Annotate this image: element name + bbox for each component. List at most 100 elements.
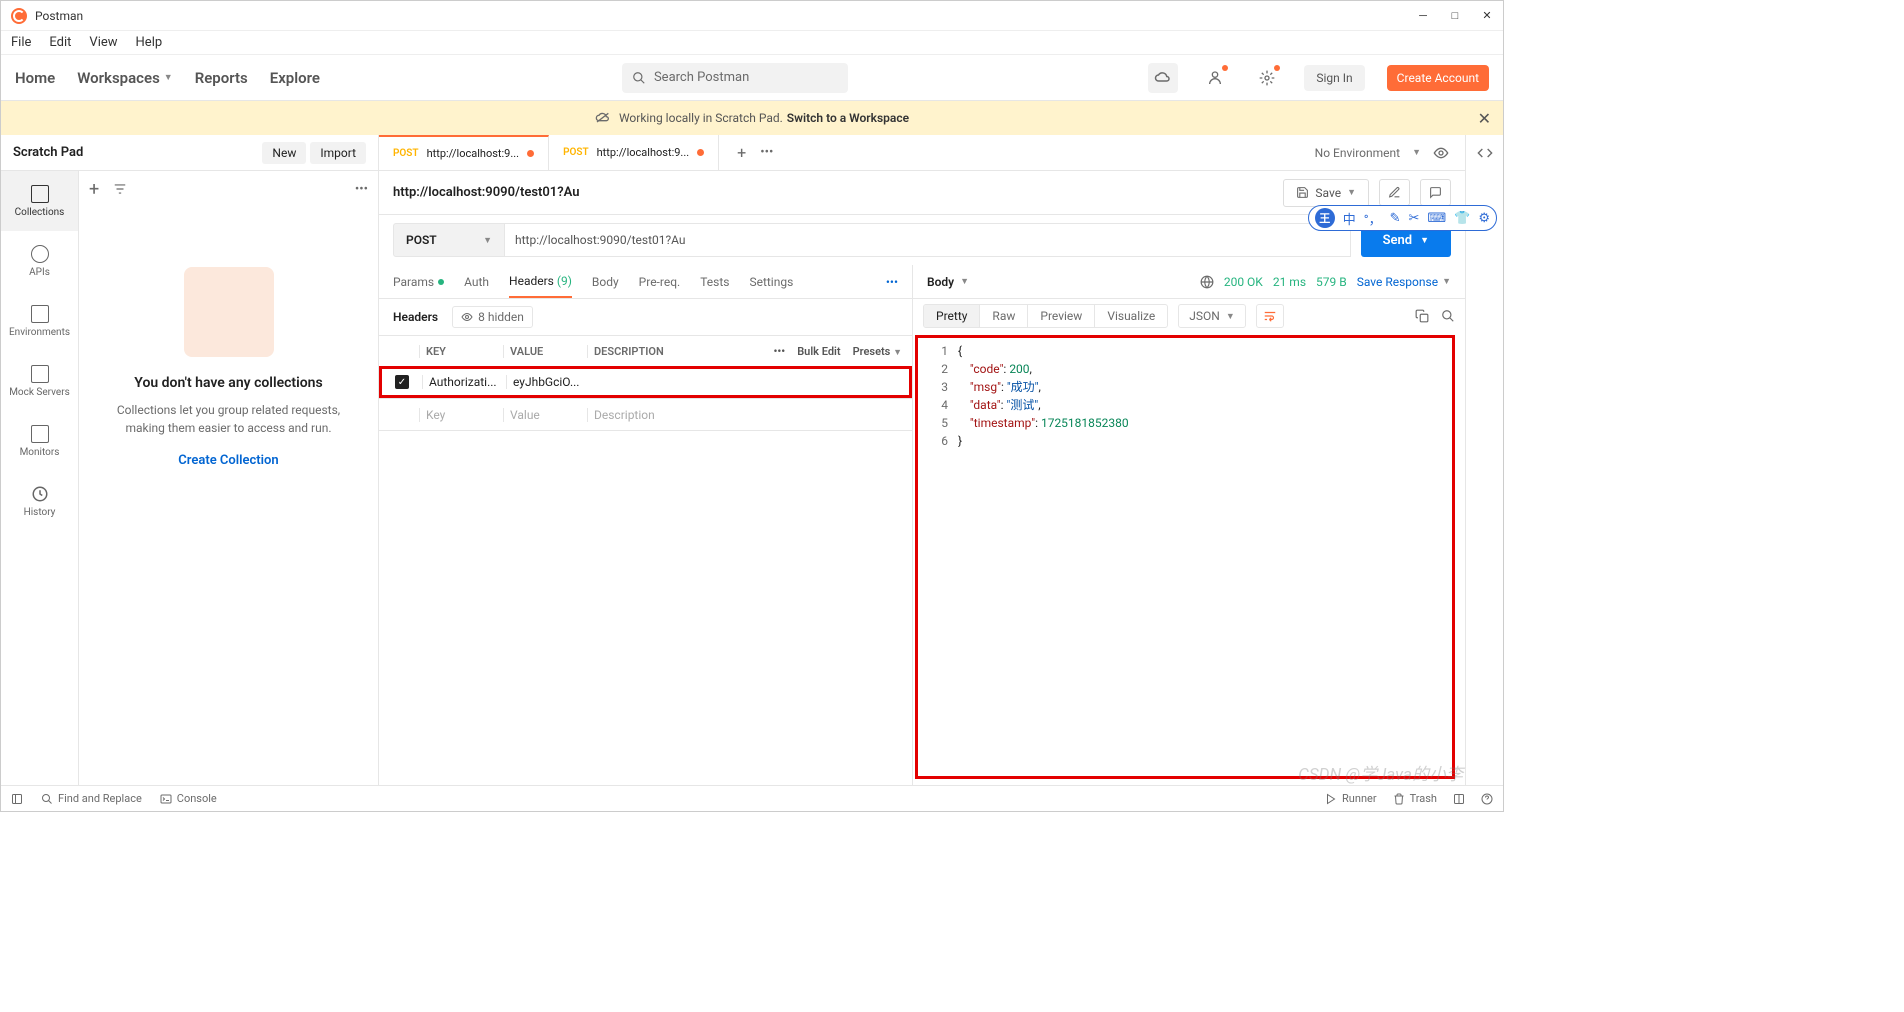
nav-reports[interactable]: Reports bbox=[195, 69, 248, 87]
response-body-dropdown[interactable]: Body▼ bbox=[927, 275, 969, 289]
line-gutter: 123 456 bbox=[918, 342, 958, 772]
header-row-authorization[interactable]: ✓ Authorizati... eyJhbGciO... bbox=[379, 366, 912, 398]
save-response-button[interactable]: Save Response ▼ bbox=[1357, 275, 1451, 289]
help-button[interactable] bbox=[1481, 792, 1493, 805]
ime-keyboard-icon[interactable]: ⌨ bbox=[1427, 211, 1446, 226]
sidebar-item-collections[interactable]: Collections bbox=[1, 171, 78, 231]
comment-button[interactable] bbox=[1420, 179, 1451, 206]
header-value-input[interactable]: eyJhbGciO... bbox=[506, 375, 590, 389]
url-input[interactable]: http://localhost:9090/test01?Au bbox=[505, 223, 1351, 257]
sidebar-item-apis[interactable]: APIs bbox=[1, 231, 78, 291]
ime-shirt-icon[interactable]: 👕 bbox=[1454, 211, 1470, 226]
minimize-button[interactable]: ─ bbox=[1417, 10, 1429, 22]
create-collection-link[interactable]: Create Collection bbox=[178, 453, 278, 468]
nav-explore[interactable]: Explore bbox=[270, 69, 320, 87]
import-button[interactable]: Import bbox=[310, 142, 366, 164]
code-icon[interactable] bbox=[1477, 145, 1493, 161]
ime-lang[interactable]: 中 bbox=[1343, 209, 1356, 228]
ime-cut-icon[interactable]: ✂ bbox=[1408, 211, 1419, 226]
header-enabled-checkbox[interactable]: ✓ bbox=[395, 375, 409, 389]
view-raw[interactable]: Raw bbox=[980, 305, 1028, 327]
new-button[interactable]: New bbox=[262, 142, 306, 164]
more-columns-button[interactable]: ••• bbox=[774, 345, 786, 358]
tab-auth[interactable]: Auth bbox=[464, 265, 489, 298]
invite-icon[interactable] bbox=[1200, 63, 1230, 93]
menu-edit[interactable]: Edit bbox=[49, 35, 71, 50]
share-button[interactable] bbox=[1379, 179, 1410, 206]
json-content: { "code": 200, "msg": "成功", "data": "测试"… bbox=[958, 342, 1452, 772]
presets-button[interactable]: Presets ▼ bbox=[853, 345, 902, 358]
trash-button[interactable]: Trash bbox=[1393, 792, 1437, 805]
response-time: 21 ms bbox=[1273, 275, 1306, 289]
filter-icon[interactable] bbox=[113, 182, 127, 196]
settings-icon[interactable] bbox=[1252, 63, 1282, 93]
window-title: Postman bbox=[35, 9, 1417, 23]
sidebar-item-monitors[interactable]: Monitors bbox=[1, 411, 78, 471]
find-replace-button[interactable]: Find and Replace bbox=[41, 792, 142, 805]
runner-button[interactable]: Runner bbox=[1325, 792, 1377, 805]
edit-icon bbox=[1388, 186, 1401, 199]
sidebar-item-mock-servers[interactable]: Mock Servers bbox=[1, 351, 78, 411]
tab-prereq[interactable]: Pre-req. bbox=[639, 265, 681, 298]
ime-edit-icon[interactable]: ✎ bbox=[1390, 211, 1401, 226]
tab-more-button[interactable]: ••• bbox=[760, 145, 773, 160]
wrap-icon bbox=[1263, 309, 1277, 323]
environment-preview-icon[interactable] bbox=[1433, 145, 1449, 161]
sidebar-item-environments[interactable]: Environments bbox=[1, 291, 78, 351]
tab-settings[interactable]: Settings bbox=[749, 265, 793, 298]
method-select[interactable]: POST▼ bbox=[393, 223, 505, 257]
menu-view[interactable]: View bbox=[89, 35, 117, 50]
format-select[interactable]: JSON▼ bbox=[1178, 304, 1245, 328]
cloud-off-icon bbox=[595, 112, 611, 124]
empty-collections: You don't have any collections Collectio… bbox=[79, 207, 378, 785]
header-row-new[interactable]: Key Value Description bbox=[379, 398, 912, 430]
hidden-headers-button[interactable]: 8 hidden bbox=[452, 306, 533, 328]
tab-headers[interactable]: Headers(9) bbox=[509, 265, 572, 298]
tab-body[interactable]: Body bbox=[592, 265, 619, 298]
sidebar-item-history[interactable]: History bbox=[1, 471, 78, 531]
create-account-button[interactable]: Create Account bbox=[1387, 65, 1489, 91]
save-button[interactable]: Save ▼ bbox=[1283, 179, 1369, 207]
globe-icon[interactable] bbox=[1200, 275, 1214, 289]
console-button[interactable]: Console bbox=[160, 792, 217, 805]
sidebar-toggle-button[interactable] bbox=[11, 793, 23, 805]
ime-settings-icon[interactable]: ⚙ bbox=[1478, 211, 1490, 226]
sync-icon[interactable] bbox=[1148, 63, 1178, 93]
chevron-down-icon: ▼ bbox=[1412, 147, 1421, 158]
request-tab[interactable]: POST http://localhost:9... bbox=[379, 135, 549, 170]
maximize-button[interactable]: □ bbox=[1449, 10, 1461, 22]
more-options-button[interactable]: ••• bbox=[355, 182, 368, 197]
nav-workspaces[interactable]: Workspaces▼ bbox=[77, 69, 172, 87]
sign-in-button[interactable]: Sign In bbox=[1304, 65, 1364, 91]
banner-close-button[interactable]: ✕ bbox=[1478, 109, 1491, 128]
menu-help[interactable]: Help bbox=[136, 35, 163, 50]
add-collection-button[interactable]: + bbox=[89, 179, 99, 200]
close-button[interactable]: ✕ bbox=[1481, 10, 1493, 22]
search-response-icon[interactable] bbox=[1441, 309, 1455, 323]
new-tab-button[interactable]: + bbox=[737, 143, 746, 162]
nav-home[interactable]: Home bbox=[15, 69, 55, 87]
request-tab[interactable]: POST http://localhost:9... bbox=[549, 135, 719, 170]
notification-dot bbox=[1274, 65, 1280, 71]
view-visualize[interactable]: Visualize bbox=[1095, 305, 1167, 327]
tab-params[interactable]: Params bbox=[393, 265, 444, 298]
copy-icon[interactable] bbox=[1415, 309, 1429, 323]
environment-selector[interactable]: No Environment bbox=[1315, 146, 1400, 160]
view-pretty[interactable]: Pretty bbox=[924, 305, 980, 327]
cookies-link[interactable]: ••• bbox=[886, 275, 898, 289]
ime-badge[interactable]: 王 bbox=[1315, 208, 1335, 228]
menu-file[interactable]: File bbox=[11, 35, 31, 50]
switch-workspace-link[interactable]: Switch to a Workspace bbox=[787, 111, 909, 125]
floating-ime-toolbar[interactable]: 王 中 °， ✎ ✂ ⌨ 👕 ⚙ bbox=[1308, 205, 1497, 231]
wrap-button[interactable] bbox=[1256, 304, 1284, 328]
view-preview[interactable]: Preview bbox=[1028, 305, 1095, 327]
scratch-pad-title: Scratch Pad bbox=[13, 145, 258, 160]
ime-punct-icon[interactable]: °， bbox=[1364, 209, 1382, 228]
collections-icon bbox=[31, 185, 49, 203]
layout-button[interactable] bbox=[1453, 792, 1465, 805]
header-key-input[interactable]: Authorizati... bbox=[422, 375, 506, 389]
search-input[interactable]: Search Postman bbox=[622, 63, 848, 93]
response-body[interactable]: 123 456 { "code": 200, "msg": "成功", "dat… bbox=[915, 335, 1455, 779]
bulk-edit-button[interactable]: Bulk Edit bbox=[797, 345, 840, 358]
tab-tests[interactable]: Tests bbox=[700, 265, 729, 298]
